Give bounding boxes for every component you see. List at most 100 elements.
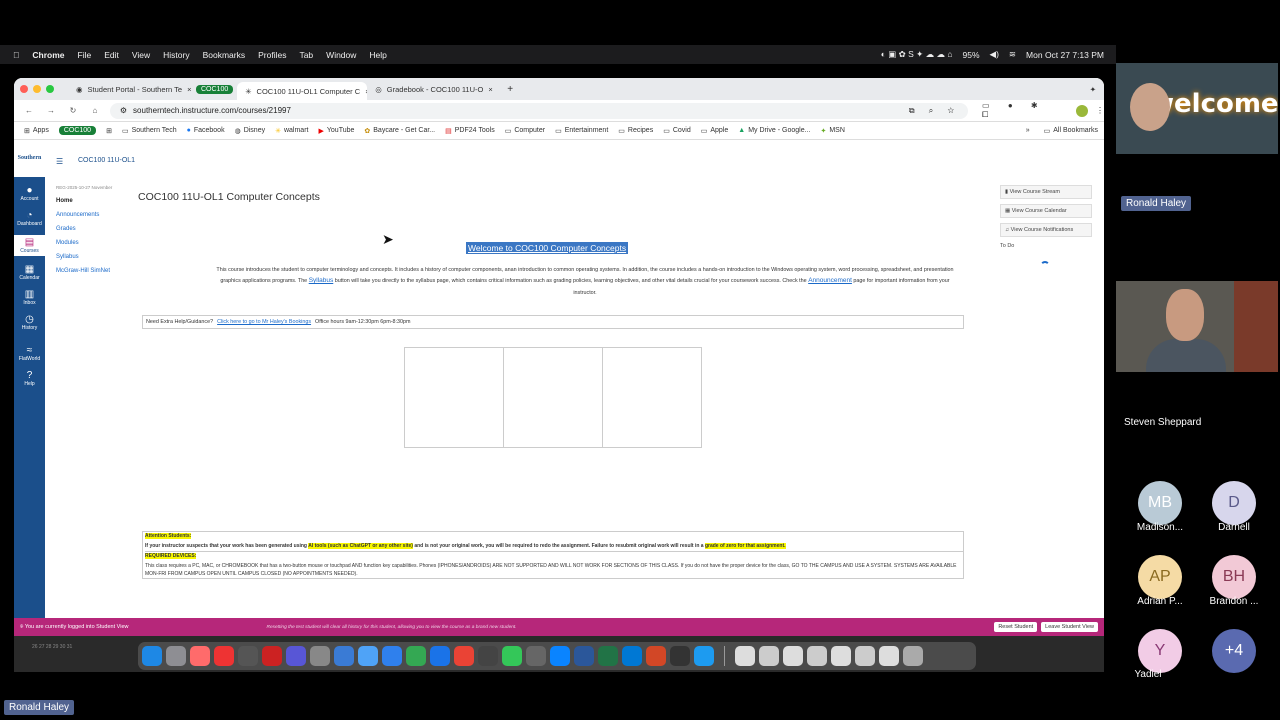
- grid-cell[interactable]: [504, 348, 603, 447]
- menu-tab[interactable]: Tab: [299, 50, 313, 60]
- grid-cell[interactable]: [405, 348, 504, 447]
- global-nav-inbox[interactable]: ▥ Inbox: [14, 289, 45, 306]
- menu-edit[interactable]: Edit: [104, 50, 119, 60]
- trash-icon[interactable]: [903, 646, 923, 666]
- window-thumbnail[interactable]: [735, 646, 755, 666]
- speaker-video-1[interactable]: welcome: [1116, 63, 1278, 154]
- close-icon[interactable]: ×: [488, 85, 492, 94]
- bookmark-entertainment[interactable]: ▭ Entertainment: [555, 127, 608, 135]
- app-icon[interactable]: [358, 646, 378, 666]
- window-thumbnail[interactable]: [807, 646, 827, 666]
- participant-tile[interactable]: BH: [1212, 555, 1256, 599]
- finder-icon[interactable]: [142, 646, 162, 666]
- home-icon[interactable]: ⌂: [88, 106, 102, 115]
- url-actions-icons[interactable]: ⧉ ⌕ ☆: [909, 106, 960, 116]
- bookmark-recipes[interactable]: ▭ Recipes: [618, 127, 653, 135]
- tab-gradebook[interactable]: ◎ Gradebook - COC100 11U-O ×: [367, 80, 499, 98]
- tab-group-chip[interactable]: COC100: [196, 84, 234, 94]
- extensions-icons[interactable]: ▭ ● ✱ ⧠: [982, 101, 1070, 120]
- app-icon[interactable]: [478, 646, 498, 666]
- menu-file[interactable]: File: [78, 50, 92, 60]
- word-icon[interactable]: [574, 646, 594, 666]
- menu-profiles[interactable]: Profiles: [258, 50, 286, 60]
- bookmark-apple[interactable]: ▭ Apple: [701, 127, 729, 135]
- bookmark-covid[interactable]: ▭ Covid: [663, 127, 691, 135]
- participant-tile[interactable]: Y: [1138, 629, 1182, 673]
- bookmark-southern-tech[interactable]: ▭ Southern Tech: [122, 127, 177, 135]
- app-icon[interactable]: [406, 646, 426, 666]
- speaker-video-2[interactable]: [1116, 281, 1278, 372]
- window-thumbnail[interactable]: [879, 646, 899, 666]
- announcement-link[interactable]: Announcement: [808, 277, 852, 284]
- app-icon[interactable]: [286, 646, 306, 666]
- participant-tile[interactable]: D: [1212, 481, 1256, 525]
- launchpad-icon[interactable]: [166, 646, 186, 666]
- new-tab-button[interactable]: +: [507, 84, 513, 95]
- status-icons[interactable]: ◐ ▣ ✿ S ✦ ☁ ☁ ⌂: [881, 49, 953, 60]
- app-icon[interactable]: [550, 646, 570, 666]
- bookmark-folder-icon[interactable]: ⊞: [106, 127, 112, 135]
- view-course-notifications-button[interactable]: ♫ View Course Notifications: [1000, 223, 1092, 237]
- close-window-button[interactable]: [20, 85, 28, 93]
- participant-tile[interactable]: AP: [1138, 555, 1182, 599]
- school-logo[interactable]: Southern: [14, 155, 45, 171]
- course-nav-modules[interactable]: Modules: [56, 240, 136, 246]
- menu-window[interactable]: Window: [326, 50, 356, 60]
- bookmarks-overflow-icon[interactable]: »: [1026, 127, 1030, 134]
- menu-view[interactable]: View: [132, 50, 150, 60]
- app-icon[interactable]: [694, 646, 714, 666]
- app-icon[interactable]: [526, 646, 546, 666]
- view-course-calendar-button[interactable]: ▦ View Course Calendar: [1000, 204, 1092, 218]
- participant-tile[interactable]: MB: [1138, 481, 1182, 525]
- bookings-link[interactable]: Click here to go to Mr Haley's Bookings: [217, 319, 311, 325]
- reload-icon[interactable]: ↻: [66, 106, 80, 115]
- course-nav-simnet[interactable]: McGraw-Hill SimNet: [56, 268, 136, 274]
- bookmark-pdf24[interactable]: ▤ PDF24 Tools: [445, 127, 495, 135]
- menu-app[interactable]: Chrome: [32, 50, 64, 60]
- app-icon[interactable]: [334, 646, 354, 666]
- syllabus-link[interactable]: Syllabus: [309, 277, 334, 284]
- activity-monitor-icon[interactable]: [670, 646, 690, 666]
- breadcrumb[interactable]: COC100 11U-OL1: [78, 157, 135, 164]
- zoom-window-button[interactable]: [46, 85, 54, 93]
- window-thumbnail[interactable]: [831, 646, 851, 666]
- chrome-icon[interactable]: [454, 646, 474, 666]
- forward-icon[interactable]: →: [44, 106, 58, 115]
- site-info-icon[interactable]: ⚙: [120, 106, 127, 115]
- global-nav-courses[interactable]: ▤ Courses: [14, 235, 45, 256]
- bookmark-facebook[interactable]: ● Facebook: [187, 127, 225, 134]
- menu-history[interactable]: History: [163, 50, 189, 60]
- course-nav-syllabus[interactable]: Syllabus: [56, 254, 136, 260]
- all-bookmarks[interactable]: ▭ All Bookmarks: [1044, 127, 1098, 135]
- global-nav-flatworld[interactable]: ≈ FlatWorld: [14, 345, 45, 362]
- messages-icon[interactable]: [502, 646, 522, 666]
- url-field[interactable]: ⚙ southerntech.instructure.com/courses/2…: [109, 102, 969, 119]
- window-thumbnail[interactable]: [783, 646, 803, 666]
- volume-icon[interactable]: ◀): [990, 49, 999, 60]
- tab-course-home[interactable]: ✳ COC100 11U-OL1 Computer C ×: [237, 82, 368, 100]
- app-icon[interactable]: [262, 646, 282, 666]
- menu-bookmarks[interactable]: Bookmarks: [203, 50, 246, 60]
- global-nav-account[interactable]: ● Account: [14, 185, 45, 202]
- bookmark-msn[interactable]: ✦ MSN: [820, 127, 844, 135]
- minimize-window-button[interactable]: [33, 85, 41, 93]
- back-icon[interactable]: ←: [22, 106, 36, 115]
- window-thumbnail[interactable]: [855, 646, 875, 666]
- global-nav-calendar[interactable]: ▦ Calendar: [14, 264, 45, 281]
- excel-icon[interactable]: [598, 646, 618, 666]
- course-nav-grades[interactable]: Grades: [56, 226, 136, 232]
- more-menu-icon[interactable]: ⋮: [1096, 106, 1104, 115]
- global-nav-history[interactable]: ◷ History: [14, 314, 45, 331]
- bookmark-walmart[interactable]: ✳ walmart: [275, 127, 308, 135]
- safari-icon[interactable]: [430, 646, 450, 666]
- menu-help[interactable]: Help: [369, 50, 386, 60]
- app-icon[interactable]: [238, 646, 258, 666]
- bookmark-youtube[interactable]: ▶ YouTube: [318, 127, 354, 135]
- bookmark-disney[interactable]: ◍ Disney: [235, 127, 266, 135]
- datetime[interactable]: Mon Oct 27 7:13 PM: [1026, 50, 1104, 60]
- battery-percent[interactable]: 95%: [963, 50, 980, 60]
- app-icon[interactable]: [382, 646, 402, 666]
- wifi-icon[interactable]: ≋: [1009, 49, 1016, 60]
- photos-icon[interactable]: [190, 646, 210, 666]
- course-nav-home[interactable]: Home: [56, 198, 136, 204]
